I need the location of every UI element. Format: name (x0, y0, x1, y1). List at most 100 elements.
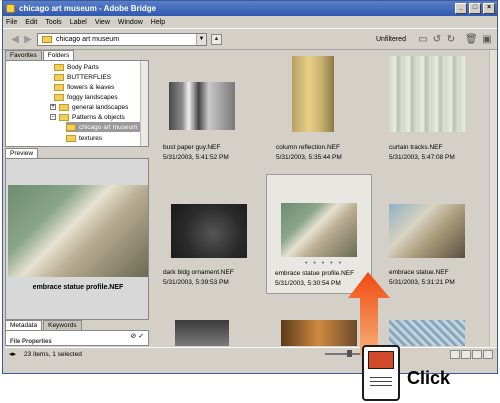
preview-image (8, 185, 148, 277)
panel-tabs: Favorites Folders (5, 50, 149, 60)
thumbnail-image[interactable] (281, 203, 357, 257)
app-icon (6, 4, 15, 13)
metadata-row[interactable]: File Properties (6, 339, 148, 345)
thumbnail-date: 5/31/2003, 5:30:54 PM (275, 280, 341, 287)
tree-item[interactable]: foggy landscapes (54, 92, 118, 102)
content-panel: bust paper guy.NEF 5/31/2003, 5:41:52 PM… (153, 50, 497, 346)
menu-edit[interactable]: Edit (25, 19, 37, 26)
expand-icon[interactable]: + (50, 104, 56, 110)
thumbnail-date: 5/31/2003, 5:41:52 PM (163, 154, 229, 161)
phone-keys (370, 377, 392, 378)
thumbnail-view-button[interactable] (450, 350, 460, 359)
tab-favorites[interactable]: Favorites (5, 50, 42, 60)
menu-view[interactable]: View (95, 19, 110, 26)
tree-item-label: foggy landscapes (67, 93, 118, 101)
menu-help[interactable]: Help (151, 19, 165, 26)
tree-item[interactable]: Body Parts (54, 62, 99, 72)
content-scrollbar[interactable] (489, 50, 497, 346)
thumbnail-date: 5/31/2003, 5:47:08 PM (389, 154, 455, 161)
left-panel: Favorites Folders Body Parts BUTTERFLIES… (5, 50, 149, 346)
thumbnail-item[interactable]: embrace statue.NEF 5/31/2003, 5:31:21 PM (389, 174, 495, 294)
thumbnail-item[interactable]: curtain tracks.NEF 5/31/2003, 5:47:08 PM (389, 50, 495, 170)
chevron-down-icon[interactable]: ▼ (196, 34, 206, 45)
folder-icon (59, 113, 69, 121)
status-text: 23 items, 1 selected (24, 350, 82, 358)
tree-item[interactable]: Patterns & objects (59, 112, 125, 122)
phone-icon (362, 345, 400, 401)
tree-item[interactable]: textures (66, 133, 102, 143)
location-dropdown[interactable]: chicago art museum ▼ (37, 33, 207, 46)
thumbnail-image[interactable] (292, 56, 334, 132)
folder-icon (42, 36, 52, 43)
versions-view-button[interactable] (483, 350, 493, 359)
window-title: chicago art museum - Adobe Bridge (19, 4, 157, 13)
tab-folders[interactable]: Folders (42, 50, 75, 60)
tree-item-label: Patterns & objects (72, 113, 125, 121)
thumbnail-image[interactable] (389, 204, 465, 258)
metadata-panel: ⊘ ✓ File Properties (5, 330, 149, 346)
folder-icon (54, 83, 64, 91)
location-path: chicago art museum (56, 36, 120, 43)
tree-item-label: flowers & leaves (67, 83, 115, 91)
folder-tree: Body Parts BUTTERFLIES flowers & leaves … (5, 60, 149, 147)
menu-label[interactable]: Label (70, 19, 87, 26)
close-button[interactable]: × (483, 3, 495, 14)
tree-item-label: general landscapes (72, 103, 129, 111)
thumbnail-image[interactable] (169, 82, 235, 130)
thumbnail-date: 5/31/2003, 5:39:53 PM (163, 279, 229, 286)
tree-scrollbar[interactable] (140, 61, 148, 146)
maximize-button[interactable]: □ (469, 3, 481, 14)
preview-header: Preview (5, 148, 149, 158)
go-up-button[interactable]: ▲ (211, 34, 222, 45)
tree-item[interactable]: BUTTERFLIES (54, 72, 111, 82)
filmstrip-view-button[interactable] (461, 350, 471, 359)
thumbnail-name: dark bldg ornament.NEF (163, 269, 234, 276)
tree-item[interactable]: flowers & leaves (54, 82, 114, 92)
details-view-button[interactable] (472, 350, 482, 359)
collapse-icon[interactable]: − (50, 114, 56, 120)
tab-metadata[interactable]: Metadata (5, 320, 43, 330)
tree-item-label: textures (79, 134, 103, 142)
rotate-right-icon[interactable]: ↻ (445, 34, 457, 46)
menu-window[interactable]: Window (118, 19, 143, 26)
forward-arrow-icon[interactable]: ▶ (22, 35, 34, 45)
thumbnail-item[interactable]: dark bldg ornament.NEF 5/31/2003, 5:39:5… (163, 174, 269, 294)
thumbnail-name: curtain tracks.NEF (389, 144, 443, 151)
status-bar: ◂▸ 23 items, 1 selected (5, 347, 497, 360)
rotate-left-icon[interactable]: ↺ (431, 34, 443, 46)
thumbnail-image[interactable] (175, 320, 229, 346)
tab-preview[interactable]: Preview (5, 148, 39, 158)
minimize-button[interactable]: _ (455, 3, 467, 14)
rating-dots[interactable]: • • • • • (305, 260, 343, 267)
thumbnail-image[interactable] (171, 204, 247, 258)
folder-icon (54, 63, 64, 71)
folder-icon (66, 123, 76, 131)
preview-caption: embrace statue profile.NEF (32, 284, 124, 291)
tree-item[interactable]: general landscapes (59, 102, 128, 112)
preview-panel: embrace statue profile.NEF (5, 158, 149, 320)
thumbnail-item[interactable]: bust paper guy.NEF 5/31/2003, 5:41:52 PM (163, 50, 269, 170)
thumbnail-item[interactable]: column reflection.NEF 5/31/2003, 5:35:44… (276, 50, 382, 170)
tree-item-label: chicago art museum (79, 123, 138, 131)
metadata-tool-icons[interactable]: ⊘ ✓ (130, 332, 144, 340)
filter-dropdown[interactable]: Unfiltered (376, 36, 406, 43)
menu-tools[interactable]: Tools (45, 19, 61, 26)
back-arrow-icon[interactable]: ◀ (9, 35, 21, 45)
bridge-window: chicago art museum - Adobe Bridge _ □ × … (2, 0, 498, 374)
tab-keywords[interactable]: Keywords (43, 320, 82, 330)
thumbnail-image[interactable] (389, 320, 465, 346)
view-buttons (449, 350, 493, 359)
status-icon: ◂▸ (9, 351, 17, 358)
thumbnail-date: 5/31/2003, 5:35:44 PM (276, 154, 342, 161)
tree-item-selected[interactable]: chicago art museum (66, 122, 142, 132)
phone-screen (368, 351, 394, 369)
metadata-header: Metadata Keywords (5, 320, 149, 330)
tree-item-label: BUTTERFLIES (67, 73, 112, 81)
compact-mode-icon[interactable]: ▣ (481, 34, 493, 46)
new-folder-icon[interactable]: ▭ (417, 34, 429, 46)
thumbnail-name: column reflection.NEF (276, 144, 340, 151)
thumbnail-image[interactable] (389, 56, 465, 132)
trash-icon[interactable]: 🗑 (465, 34, 478, 46)
title-bar: chicago art museum - Adobe Bridge _ □ × (3, 1, 497, 16)
menu-file[interactable]: File (6, 19, 17, 26)
